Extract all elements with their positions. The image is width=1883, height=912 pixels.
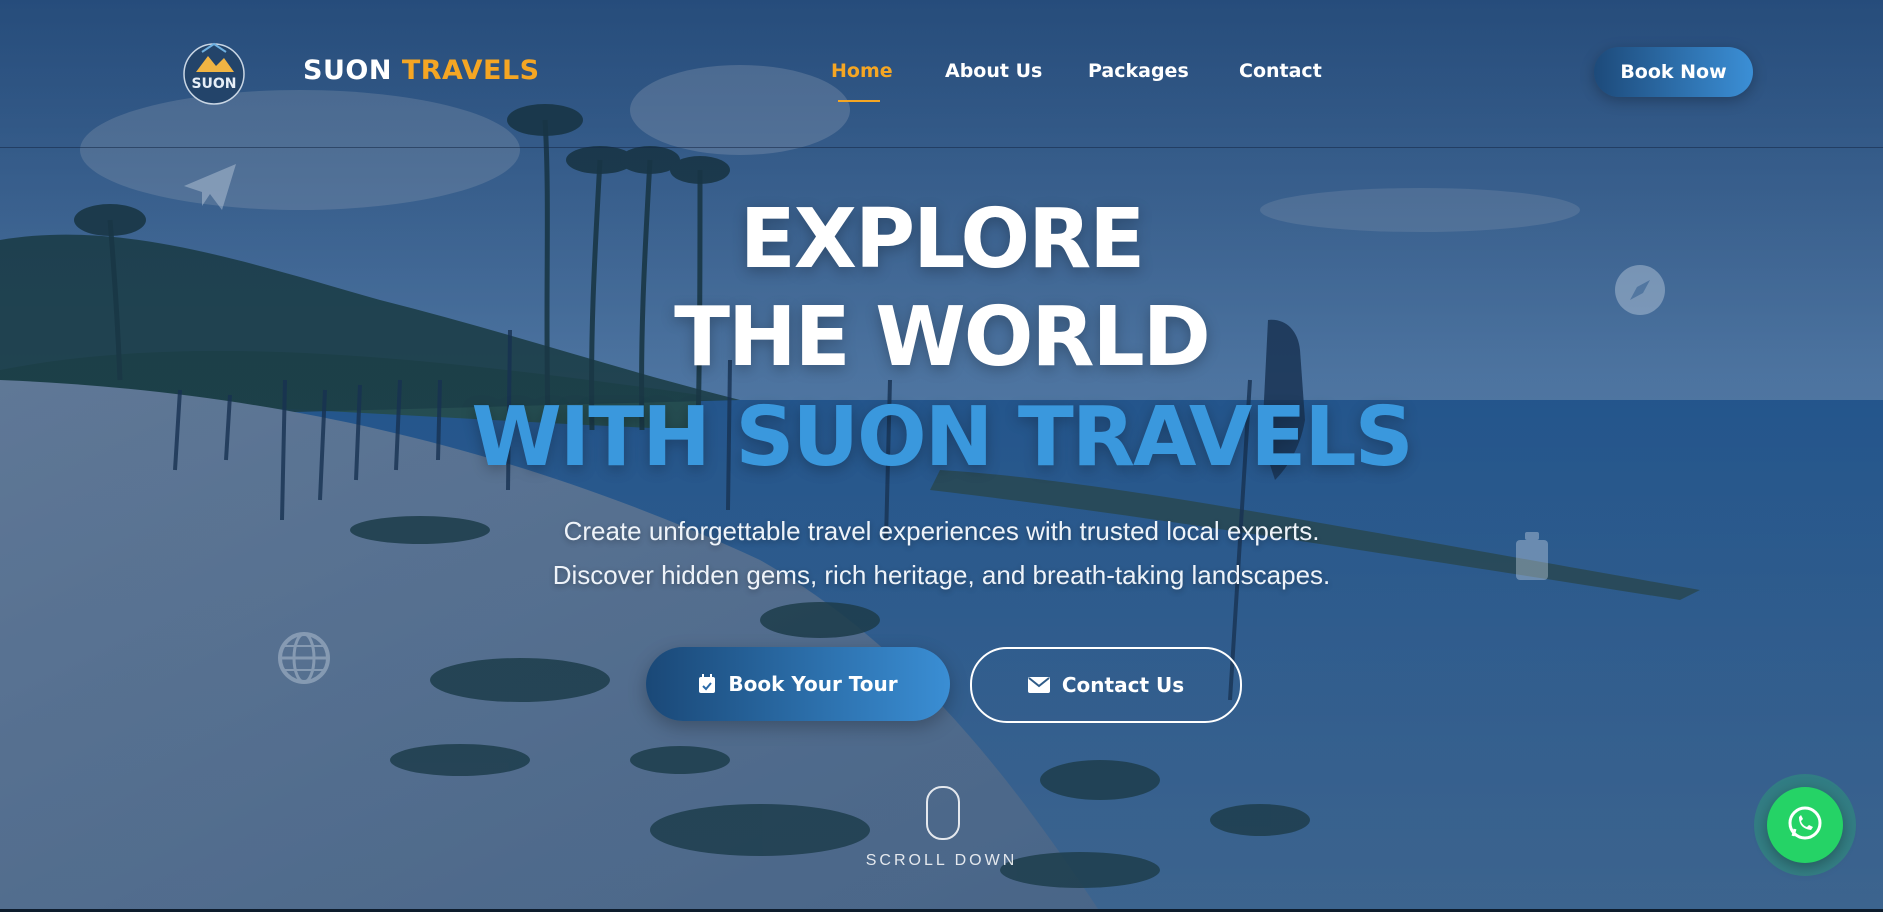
brand-name[interactable]: SUON TRAVELS — [303, 55, 540, 86]
book-your-tour-button[interactable]: Book Your Tour — [646, 647, 950, 721]
whatsapp-icon — [1785, 803, 1825, 848]
book-your-tour-label: Book Your Tour — [728, 672, 898, 696]
nav-link-about-us[interactable]: About Us — [945, 60, 1042, 82]
envelope-icon — [1027, 677, 1050, 693]
hero-subtitle-line1: Create unforgettable travel experiences … — [563, 516, 1320, 546]
brand-name-part2: TRAVELS — [401, 55, 540, 86]
hero-headline-line1: EXPLORE — [739, 192, 1146, 287]
hero-section: SUON SUON TRAVELS Home About Us Packages… — [0, 0, 1883, 912]
book-now-button[interactable]: Book Now — [1594, 47, 1753, 97]
top-navbar: SUON SUON TRAVELS Home About Us Packages… — [0, 0, 1883, 148]
nav-link-contact[interactable]: Contact — [1239, 60, 1322, 82]
brand-name-part1: SUON — [303, 55, 392, 86]
hero-headline-line3: WITH SUON TRAVELS — [471, 390, 1413, 485]
whatsapp-button[interactable] — [1767, 787, 1843, 863]
globe-icon — [278, 632, 330, 689]
hero-headline-line2: THE WORLD — [674, 290, 1211, 385]
nav-link-home[interactable]: Home — [831, 60, 893, 82]
calendar-check-icon — [698, 674, 716, 694]
scroll-down-mouse-icon[interactable] — [926, 786, 960, 840]
nav-link-packages[interactable]: Packages — [1088, 60, 1189, 82]
hero-subtitle-line2: Discover hidden gems, rich heritage, and… — [552, 560, 1331, 590]
contact-us-button[interactable]: Contact Us — [970, 647, 1242, 723]
nav-active-indicator — [838, 100, 880, 102]
scroll-down-label[interactable]: SCROLL DOWN — [0, 852, 1883, 870]
logo-badge-text: SUON — [191, 76, 236, 92]
contact-us-label: Contact Us — [1061, 673, 1185, 697]
brand-logo[interactable]: SUON — [182, 38, 246, 108]
